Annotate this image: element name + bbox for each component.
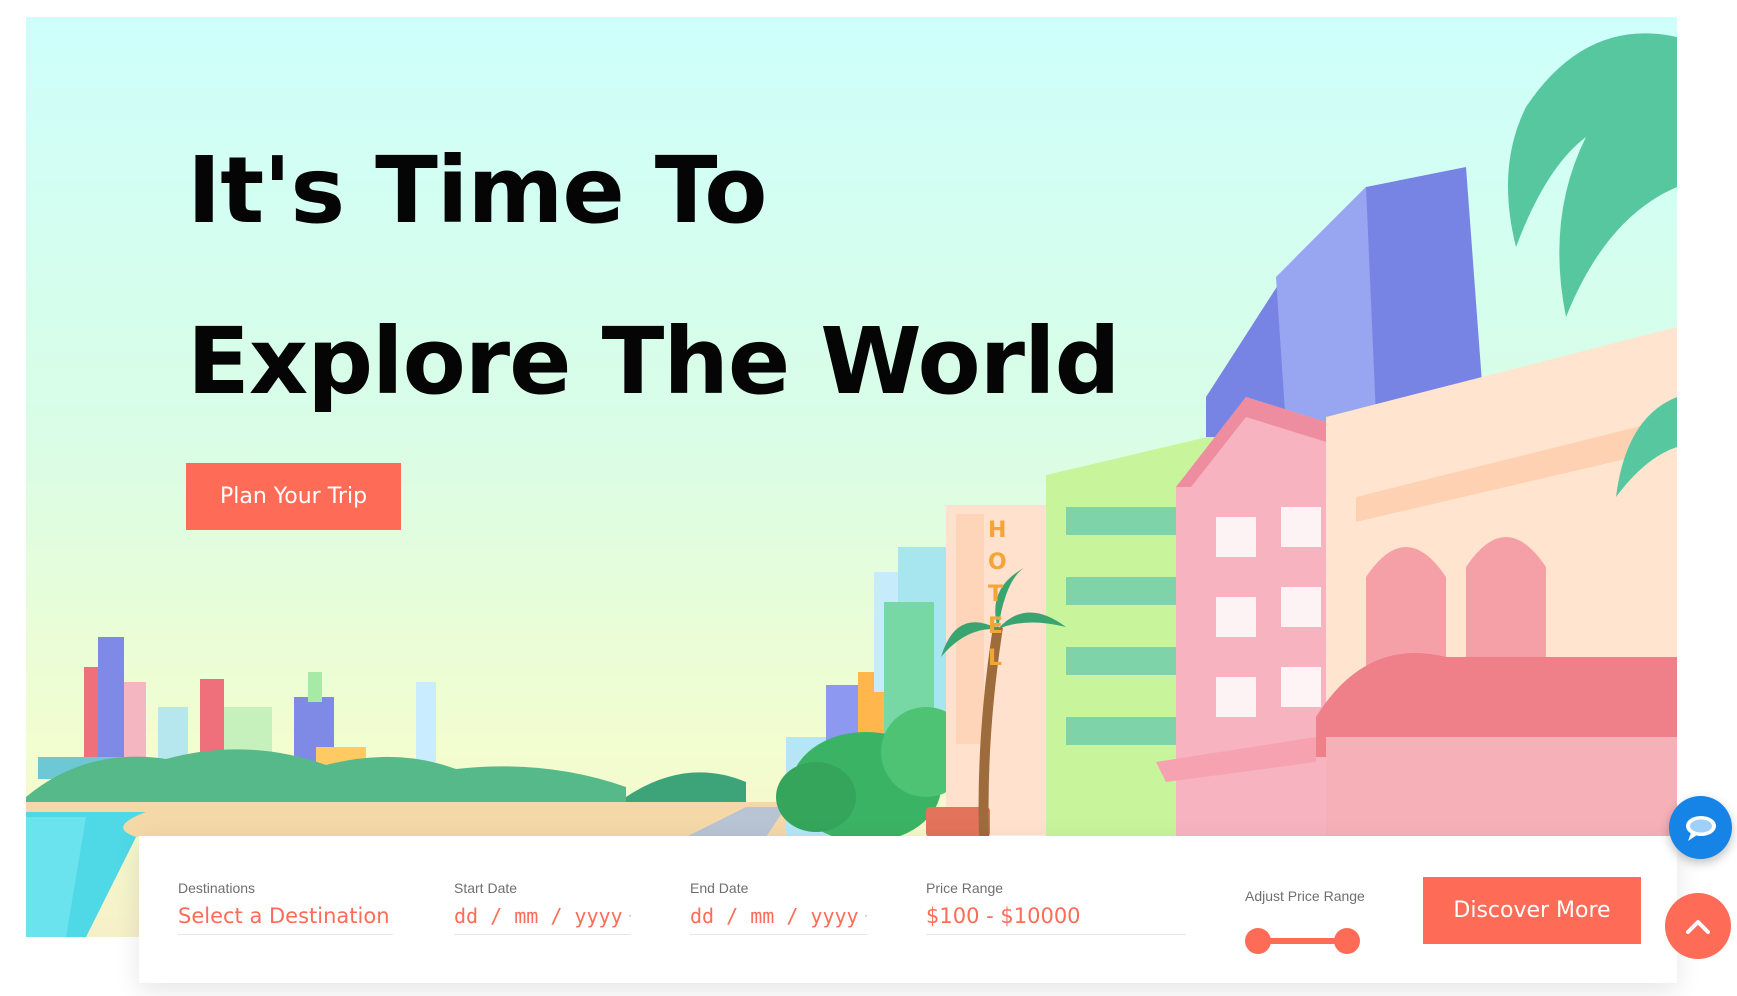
hero-section: H O T E L It's Time To Explore The World… [26, 17, 1677, 937]
end-date-input[interactable]: dd / mm / yyyy [690, 904, 867, 935]
slider-min-handle[interactable] [1245, 928, 1271, 954]
end-date-label: End Date [690, 880, 749, 896]
svg-text:O: O [988, 550, 1007, 575]
start-date-field[interactable]: Start Date dd / mm / yyyy [454, 880, 631, 935]
destination-label: Destinations [178, 880, 256, 896]
destination-value: Select a Destination [178, 904, 390, 928]
price-range-input[interactable]: $100 - $10000 [926, 904, 1186, 935]
adjust-price-field: Adjust Price Range [1245, 888, 1365, 904]
headline-line-1: It's Time To [187, 137, 767, 244]
svg-text:E: E [988, 614, 1003, 639]
svg-text:T: T [988, 582, 1003, 607]
start-date-label: Start Date [454, 880, 518, 896]
plan-your-trip-button[interactable]: Plan Your Trip [186, 463, 401, 530]
destination-select[interactable]: Select a Destination [178, 904, 393, 935]
start-date-placeholder: dd / mm / yyyy [454, 904, 623, 928]
price-range-label: Price Range [926, 880, 1004, 896]
destination-field[interactable]: Destinations Select a Destination [178, 880, 393, 935]
trip-search-form: Destinations Select a Destination Start … [139, 836, 1677, 983]
adjust-price-label: Adjust Price Range [1245, 888, 1365, 904]
chat-bubble-icon [1685, 815, 1716, 841]
headline-line-2: Explore The World [187, 308, 1120, 415]
end-date-field[interactable]: End Date dd / mm / yyyy [690, 880, 867, 935]
start-date-input[interactable]: dd / mm / yyyy [454, 904, 631, 935]
price-range-slider[interactable] [1245, 928, 1360, 954]
calendar-icon[interactable] [864, 906, 867, 926]
calendar-icon[interactable] [628, 906, 631, 926]
slider-max-handle[interactable] [1334, 928, 1360, 954]
price-range-value: $100 - $10000 [926, 904, 1081, 928]
end-date-placeholder: dd / mm / yyyy [690, 904, 859, 928]
chat-button[interactable] [1669, 796, 1732, 859]
hotel-sign: H [988, 518, 1006, 543]
chevron-up-icon [1686, 920, 1710, 934]
price-range-field[interactable]: Price Range $100 - $10000 [926, 880, 1186, 935]
scroll-to-top-button[interactable] [1665, 893, 1731, 959]
discover-more-button[interactable]: Discover More [1423, 877, 1641, 944]
svg-text:L: L [988, 646, 1002, 671]
